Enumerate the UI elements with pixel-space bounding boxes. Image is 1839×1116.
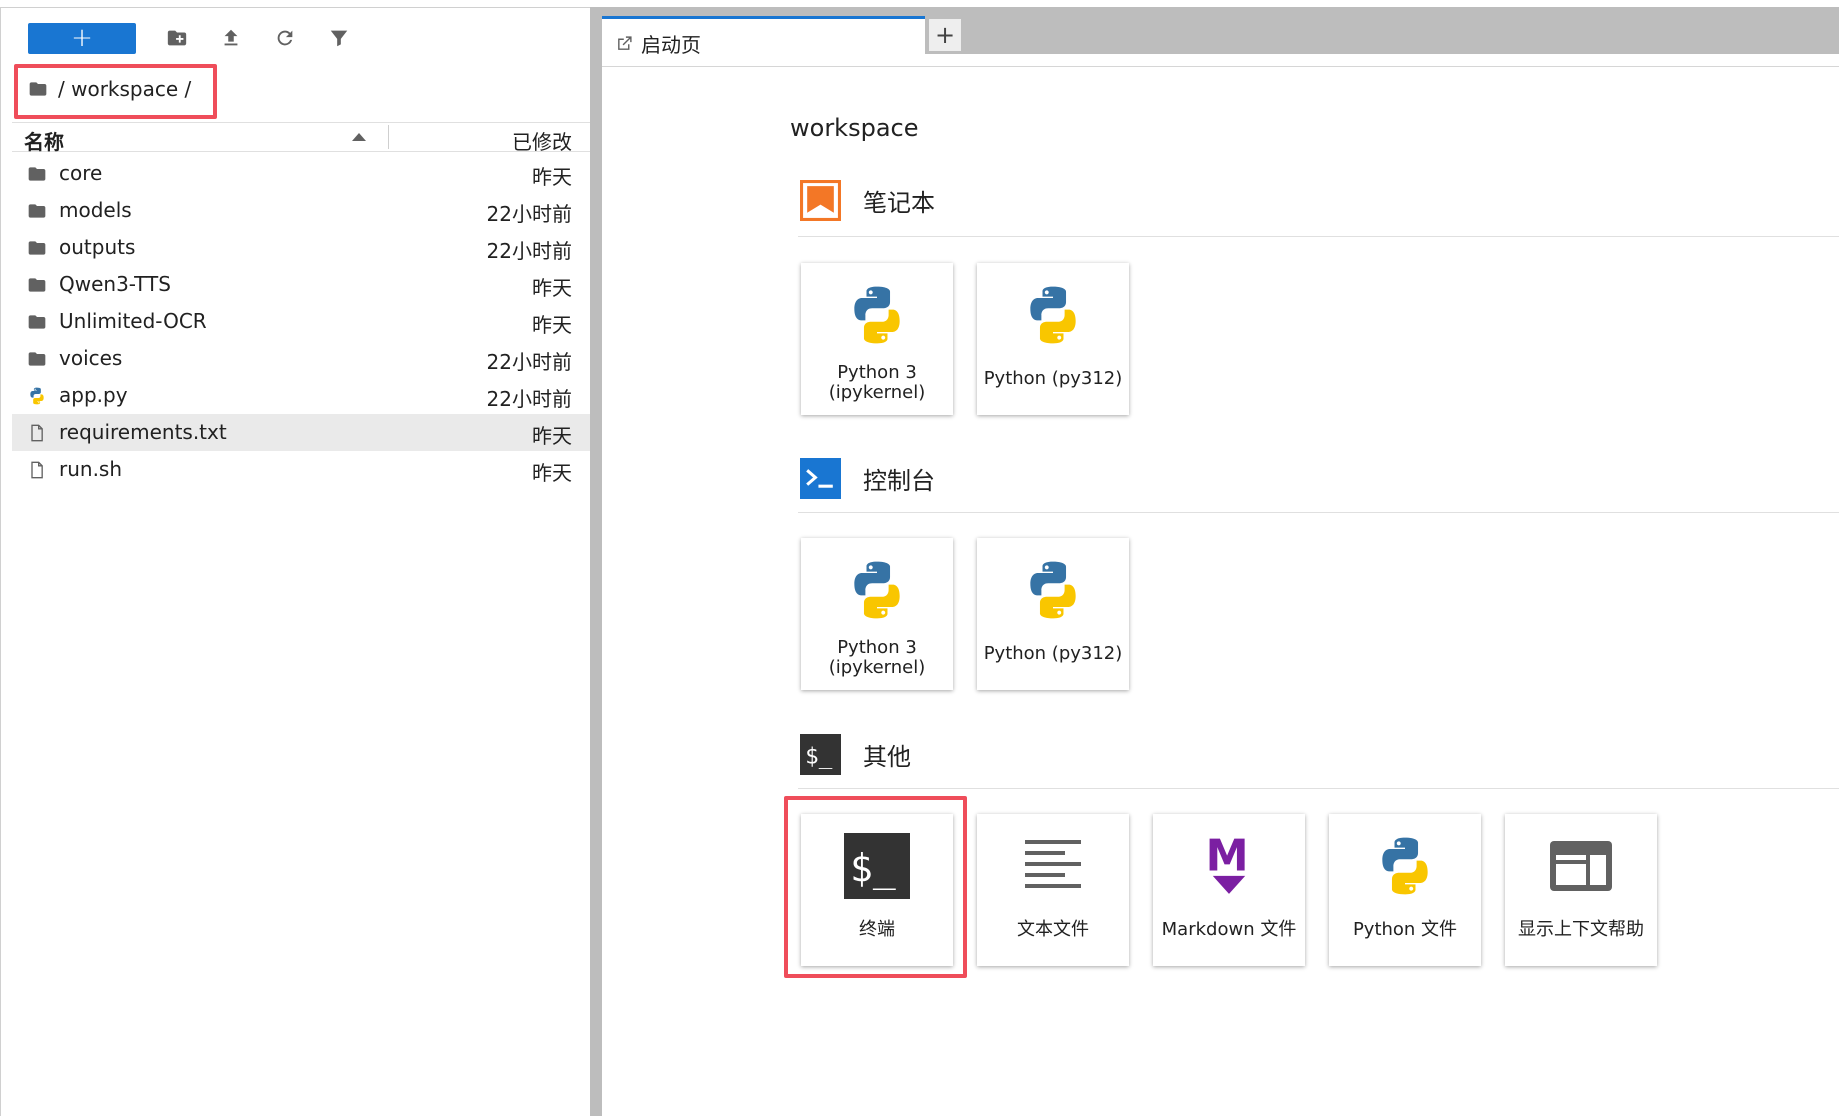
file-row[interactable]: run.sh 昨天 xyxy=(12,451,590,488)
card-label: 显示上下文帮助 xyxy=(1518,919,1644,940)
file-name: models xyxy=(59,198,132,222)
section-other: $_ 其他 xyxy=(800,734,911,775)
text-file-icon xyxy=(27,423,47,443)
python-logo-icon xyxy=(1018,550,1088,630)
folder-icon xyxy=(27,201,47,221)
tab-launcher[interactable]: 启动页 xyxy=(602,16,925,67)
python-logo-icon xyxy=(842,550,912,630)
file-modified: 昨天 xyxy=(532,276,572,300)
card-label: Python (py312) xyxy=(983,643,1123,664)
section-divider xyxy=(798,236,1839,237)
column-header-modified[interactable]: 已修改 xyxy=(512,126,572,155)
python-file-icon xyxy=(27,386,47,406)
terminal-icon: $_ xyxy=(800,734,841,775)
new-launcher-button[interactable]: + xyxy=(28,22,136,54)
card-label: Python 3 (ipykernel) xyxy=(828,637,926,678)
card-label: Python 3 (ipykernel) xyxy=(828,362,926,403)
console-icon xyxy=(800,458,841,499)
sort-ascending-icon[interactable] xyxy=(352,133,366,141)
file-modified: 22小时前 xyxy=(486,202,572,226)
folder-icon xyxy=(27,164,47,184)
folder-icon xyxy=(27,312,47,332)
file-modified: 22小时前 xyxy=(486,350,572,374)
file-row[interactable]: models 22小时前 xyxy=(12,192,590,229)
file-name: outputs xyxy=(59,235,136,259)
section-divider xyxy=(798,512,1839,513)
python-logo-icon xyxy=(1370,826,1440,906)
annotation-highlight-terminal xyxy=(784,796,967,978)
file-row[interactable]: requirements.txt 昨天 xyxy=(12,414,590,451)
launcher-title: workspace xyxy=(790,114,919,142)
launcher-card-notebook-python3[interactable]: Python 3 (ipykernel) xyxy=(801,263,953,415)
file-modified: 22小时前 xyxy=(486,239,572,263)
folder-icon xyxy=(27,238,47,258)
folder-icon xyxy=(27,275,47,295)
filter-icon[interactable] xyxy=(326,25,352,51)
launcher-card-notebook-py312[interactable]: Python (py312) xyxy=(977,263,1129,415)
folder-icon xyxy=(27,349,47,369)
section-title: 其他 xyxy=(863,743,911,771)
section-console: 控制台 xyxy=(800,458,935,499)
annotation-highlight-breadcrumb xyxy=(14,64,217,119)
file-row[interactable]: Unlimited-OCR 昨天 xyxy=(12,303,590,340)
new-folder-icon[interactable] xyxy=(164,25,190,51)
file-list: core 昨天 models 22小时前 outputs 22小时前 Qwen3… xyxy=(12,155,590,488)
svg-text:$_: $_ xyxy=(805,744,833,770)
card-label: Python (py312) xyxy=(983,368,1123,389)
tab-label: 启动页 xyxy=(641,32,701,57)
python-logo-icon xyxy=(1018,275,1088,355)
file-browser-toolbar: + xyxy=(28,22,352,54)
file-modified: 22小时前 xyxy=(486,387,572,411)
section-divider xyxy=(798,788,1839,789)
launcher-card-context-help[interactable]: 显示上下文帮助 xyxy=(1505,814,1657,966)
section-title: 笔记本 xyxy=(863,189,935,217)
svg-text:M: M xyxy=(1206,832,1249,882)
file-row[interactable]: app.py 22小时前 xyxy=(12,377,590,414)
add-tab-button[interactable]: + xyxy=(928,18,962,52)
context-help-icon xyxy=(1546,826,1616,906)
text-file-icon xyxy=(27,460,47,480)
section-notebook: 笔记本 xyxy=(800,180,935,221)
file-modified: 昨天 xyxy=(532,165,572,189)
markdown-icon: M xyxy=(1194,826,1264,906)
file-modified: 昨天 xyxy=(532,461,572,485)
launcher-card-markdown[interactable]: M Markdown 文件 xyxy=(1153,814,1305,966)
card-label: Markdown 文件 xyxy=(1161,919,1297,940)
file-name: Qwen3-TTS xyxy=(59,272,171,296)
refresh-icon[interactable] xyxy=(272,25,298,51)
file-modified: 昨天 xyxy=(532,313,572,337)
file-modified: 昨天 xyxy=(532,424,572,448)
launcher-card-console-python3[interactable]: Python 3 (ipykernel) xyxy=(801,538,953,690)
file-name: core xyxy=(59,161,103,185)
file-name: Unlimited-OCR xyxy=(59,309,207,333)
card-label: 文本文件 xyxy=(1017,919,1089,940)
panel-splitter[interactable] xyxy=(590,7,602,1116)
tab-content-border xyxy=(602,66,1839,67)
file-row[interactable]: core 昨天 xyxy=(12,155,590,192)
launch-icon xyxy=(618,35,632,50)
notebook-icon xyxy=(800,180,841,221)
file-row[interactable]: Qwen3-TTS 昨天 xyxy=(12,266,590,303)
column-divider[interactable] xyxy=(388,125,389,149)
text-lines-icon xyxy=(1018,826,1088,906)
file-name: requirements.txt xyxy=(59,420,227,444)
file-name: app.py xyxy=(59,383,128,407)
file-list-header: 名称 已修改 xyxy=(12,122,590,155)
upload-icon[interactable] xyxy=(218,25,244,51)
python-logo-icon xyxy=(842,275,912,355)
file-row[interactable]: voices 22小时前 xyxy=(12,340,590,377)
launcher-card-python-file[interactable]: Python 文件 xyxy=(1329,814,1481,966)
file-row[interactable]: outputs 22小时前 xyxy=(12,229,590,266)
launcher-card-text-file[interactable]: 文本文件 xyxy=(977,814,1129,966)
card-label: Python 文件 xyxy=(1352,919,1458,940)
section-title: 控制台 xyxy=(863,467,935,495)
column-header-name[interactable]: 名称 xyxy=(24,126,64,155)
file-name: voices xyxy=(59,346,123,370)
launcher-card-console-py312[interactable]: Python (py312) xyxy=(977,538,1129,690)
file-name: run.sh xyxy=(59,457,123,481)
